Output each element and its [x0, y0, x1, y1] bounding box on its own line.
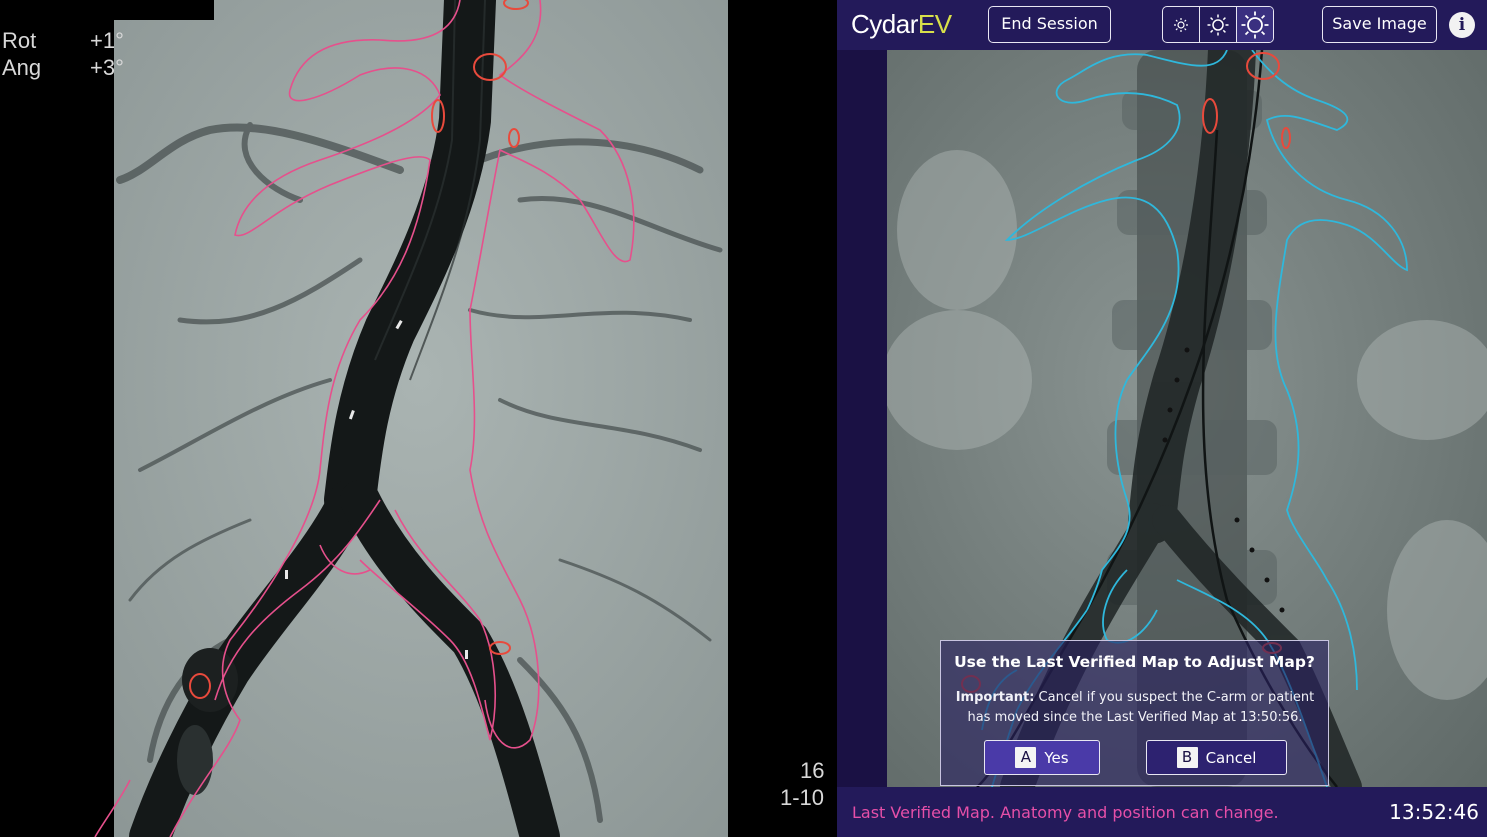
yes-button[interactable]: A Yes: [984, 740, 1100, 775]
dialog-message: Important: Cancel if you suspect the C-a…: [955, 688, 1315, 728]
status-message: Last Verified Map. Anatomy and position …: [852, 803, 1279, 822]
brightness-low-button[interactable]: [1163, 7, 1200, 42]
brightness-high-button[interactable]: [1237, 7, 1273, 42]
sun-icon: [1174, 17, 1188, 32]
key-a-badge: A: [1015, 747, 1037, 768]
save-image-button[interactable]: Save Image: [1322, 6, 1437, 43]
cydar-ev-logo: CydarEV: [851, 9, 952, 40]
rotation-label: Rot: [2, 28, 37, 53]
logo-brand: Cydar: [851, 9, 918, 39]
info-icon[interactable]: i: [1449, 12, 1475, 38]
adjust-map-dialog: Use the Last Verified Map to Adjust Map?…: [940, 640, 1329, 786]
cancel-button[interactable]: B Cancel: [1146, 740, 1287, 775]
key-b-badge: B: [1176, 747, 1198, 768]
toolbar: CydarEV End Session Save Image i: [837, 0, 1487, 50]
angiography-monitor: Rot +1° Ang +3° 16 1-10: [0, 0, 837, 837]
frame-count: 16: [800, 758, 825, 783]
brightness-medium-button[interactable]: [1200, 7, 1237, 42]
dialog-important-label: Important:: [955, 690, 1035, 705]
brightness-selector: [1162, 6, 1274, 43]
series-range: 1-10: [780, 785, 825, 810]
sun-icon: [1241, 11, 1269, 38]
sun-icon: [1207, 14, 1229, 35]
yes-label: Yes: [1044, 748, 1069, 767]
end-session-button[interactable]: End Session: [988, 6, 1111, 43]
angulation-value: +3°: [90, 55, 124, 80]
dialog-title: Use the Last Verified Map to Adjust Map?: [954, 653, 1315, 671]
cydar-ev-app: CydarEV End Session Save Image i Use the…: [837, 0, 1487, 837]
angulation-label: Ang: [2, 55, 42, 80]
status-bar: Last Verified Map. Anatomy and position …: [837, 787, 1487, 837]
angiography-image: [0, 0, 837, 837]
cancel-label: Cancel: [1205, 748, 1257, 767]
rotation-value: +1°: [90, 28, 124, 53]
logo-product: EV: [917, 9, 952, 39]
clock: 13:52:46: [1389, 800, 1479, 824]
